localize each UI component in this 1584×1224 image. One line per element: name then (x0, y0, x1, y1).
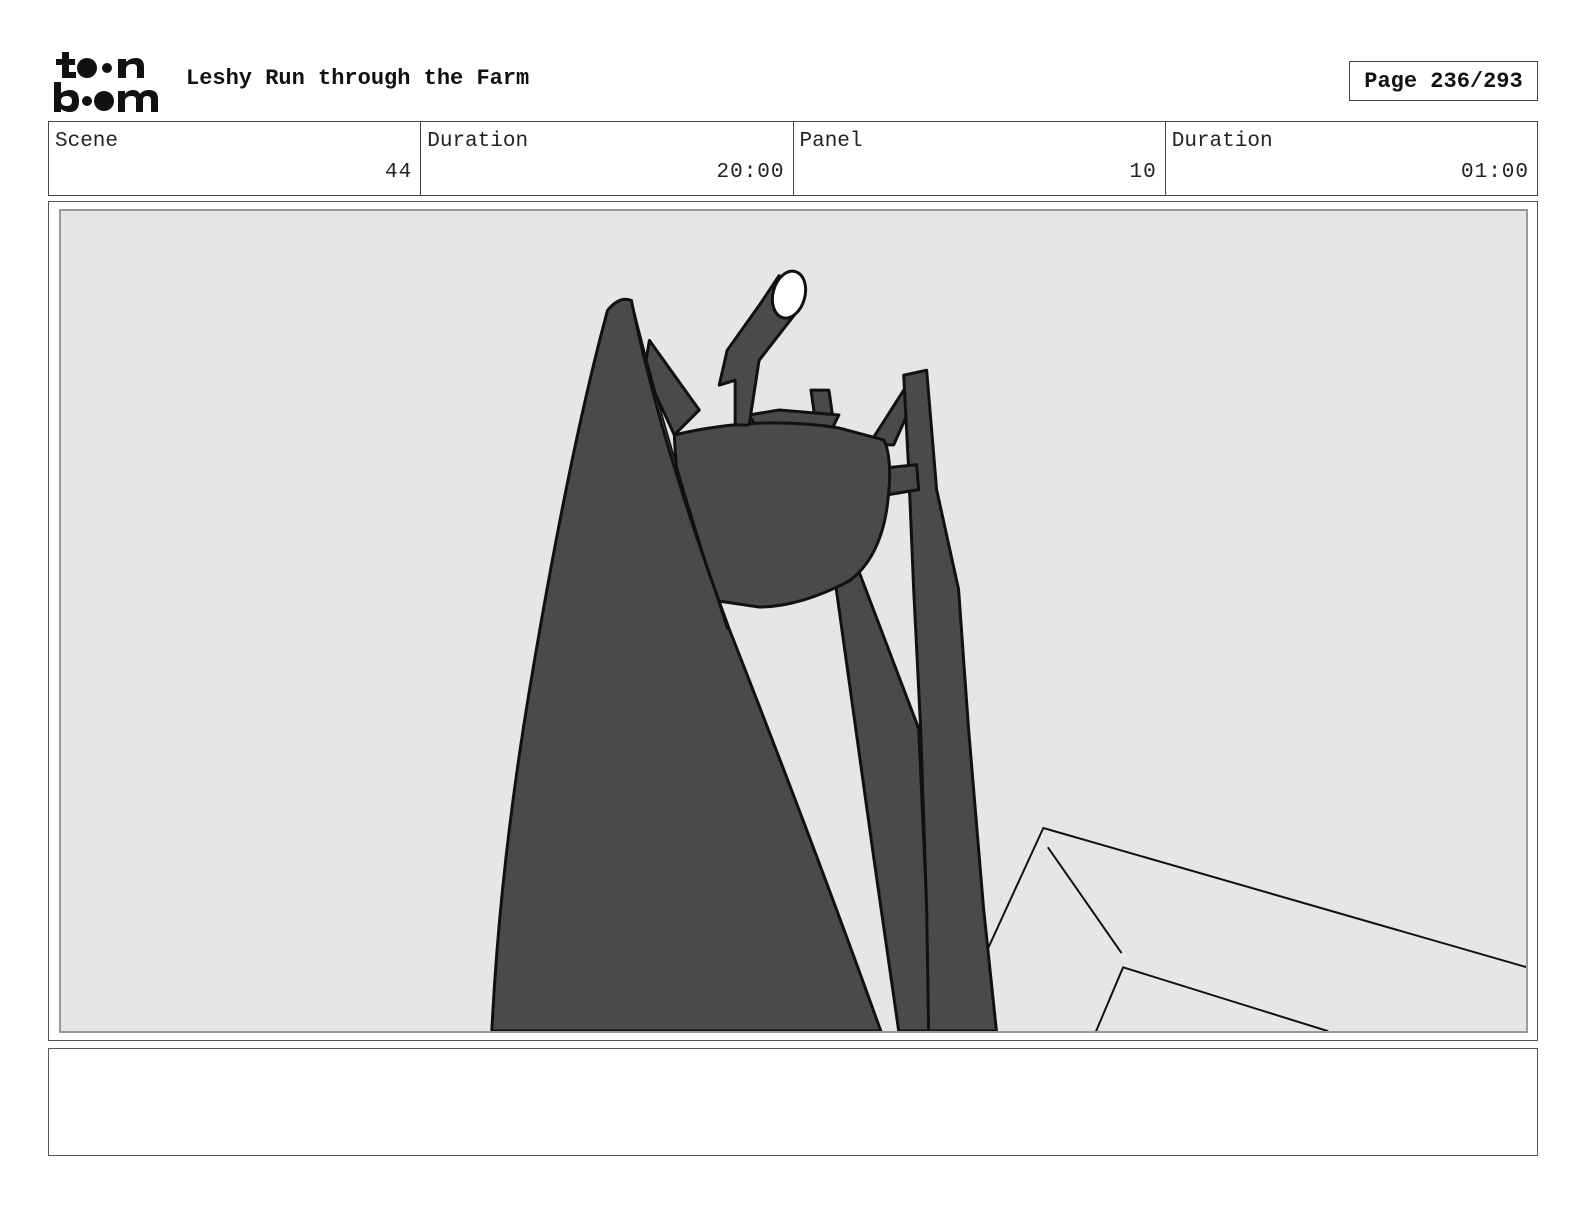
scene-info-bar: Scene 44 Duration 20:00 Panel 10 Duratio… (48, 121, 1538, 196)
panel-label: Panel (799, 130, 863, 153)
storyboard-title: Leshy Run through the Farm (186, 66, 530, 91)
leshy-sketch-drawing (490, 269, 1526, 1031)
panel-value: 10 (1129, 161, 1157, 184)
panel-duration-value: 01:00 (1460, 161, 1529, 184)
panel-duration-label: Duration (1171, 130, 1273, 153)
panel-cell: Panel 10 (794, 122, 1166, 195)
scene-duration-value: 20:00 (716, 161, 785, 184)
scene-cell: Scene 44 (49, 122, 422, 195)
scene-duration-label: Duration (427, 130, 529, 153)
storyboard-panel-frame (48, 201, 1538, 1041)
scene-duration-cell: Duration 20:00 (421, 122, 794, 195)
toon-boom-logo-icon (54, 52, 158, 112)
scene-label: Scene (55, 130, 119, 153)
panel-notes-area (48, 1048, 1538, 1156)
toon-boom-logo (52, 50, 164, 114)
page-indicator: Page 236/293 (1349, 61, 1538, 101)
scene-value: 44 (385, 161, 413, 184)
panel-duration-cell: Duration 01:00 (1166, 122, 1537, 195)
storyboard-panel-drawing (59, 209, 1528, 1033)
